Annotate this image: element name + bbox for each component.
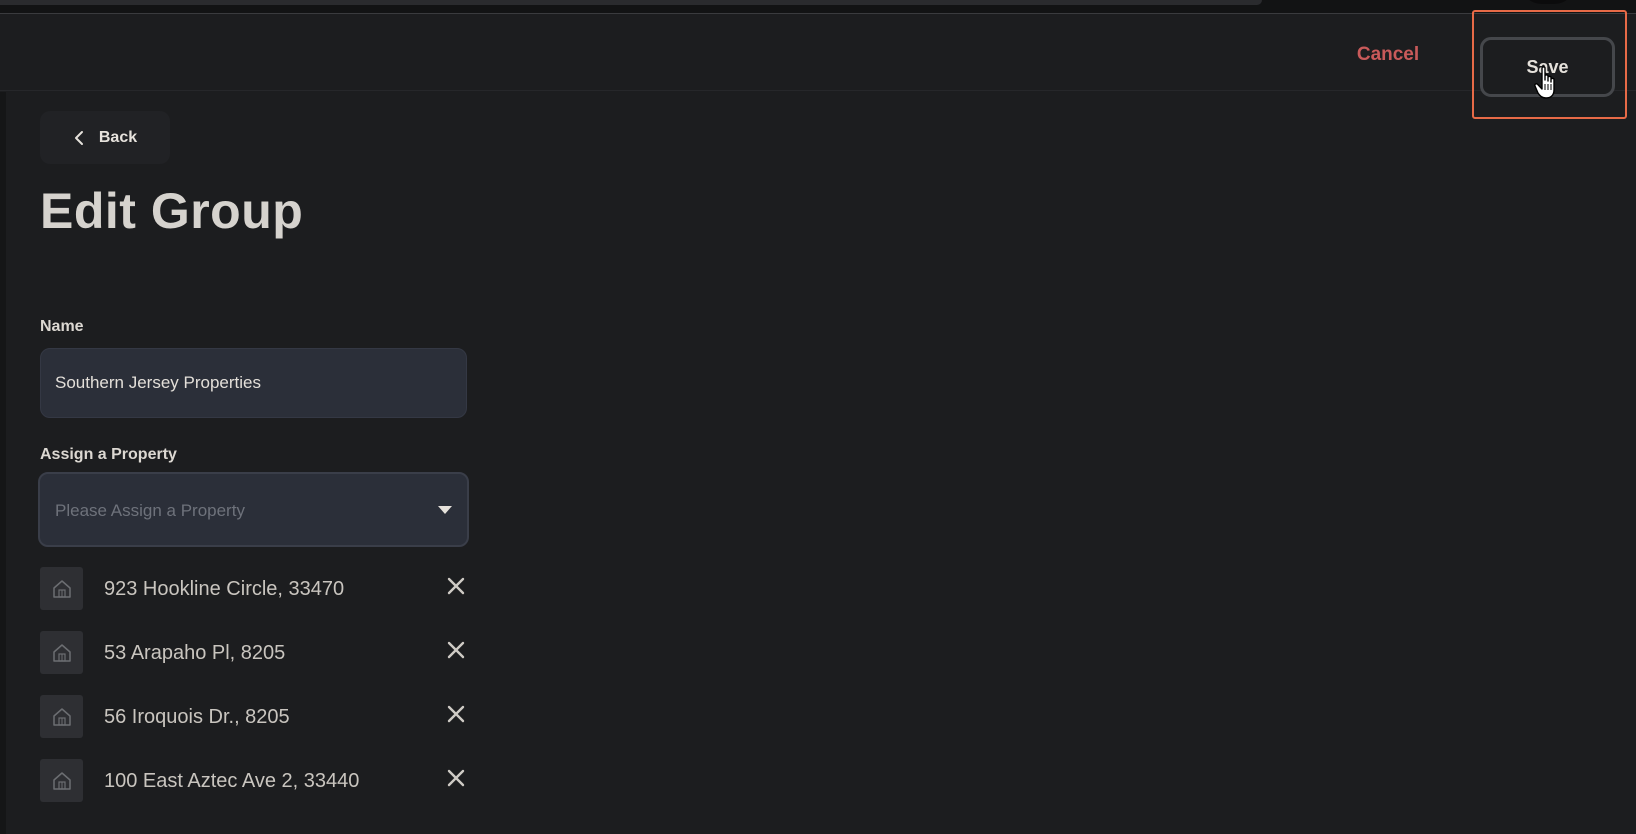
house-icon [52,643,71,662]
back-button[interactable]: Back [40,111,170,164]
property-list-item: 100 East Aztec Ave 2, 33440 [40,759,470,802]
remove-property-button[interactable] [444,575,468,599]
close-icon [447,577,465,594]
top-action-bar: Cancel Save [0,15,1636,97]
property-list-item: 53 Arapaho Pl, 8205 [40,631,470,674]
house-icon [52,707,71,726]
remove-property-button[interactable] [444,639,468,663]
house-icon [52,771,71,790]
remove-property-button[interactable] [444,767,468,791]
caret-down-icon [438,506,452,514]
page-title: Edit Group [40,183,304,239]
left-rail [0,92,6,834]
property-list-item: 923 Hookline Circle, 33470 [40,567,470,610]
property-address: 923 Hookline Circle, 33470 [104,578,345,600]
property-address: 56 Iroquois Dr., 8205 [104,706,290,728]
property-address: 53 Arapaho Pl, 8205 [104,642,286,664]
property-thumbnail [40,695,83,738]
property-thumbnail [40,567,83,610]
property-thumbnail [40,631,83,674]
browser-chrome-strip [0,0,1636,14]
assign-property-label: Assign a Property [40,446,177,463]
property-list-item: 56 Iroquois Dr., 8205 [40,695,470,738]
browser-tab-edge [0,0,1262,5]
house-icon [52,579,71,598]
assign-property-placeholder: Please Assign a Property [55,501,245,520]
chevron-left-icon [74,130,83,145]
property-thumbnail [40,759,83,802]
browser-avatar-edge [1520,0,1576,4]
cancel-button[interactable]: Cancel [1340,37,1436,71]
property-address: 100 East Aztec Ave 2, 33440 [104,770,360,792]
close-icon [447,641,465,658]
name-field-label: Name [40,318,84,335]
close-icon [447,705,465,722]
back-label: Back [98,128,138,146]
close-icon [447,769,465,786]
remove-property-button[interactable] [444,703,468,727]
name-input[interactable] [40,348,467,418]
hand-pointer-icon [1534,66,1555,99]
assign-property-dropdown[interactable]: Please Assign a Property [38,472,469,547]
